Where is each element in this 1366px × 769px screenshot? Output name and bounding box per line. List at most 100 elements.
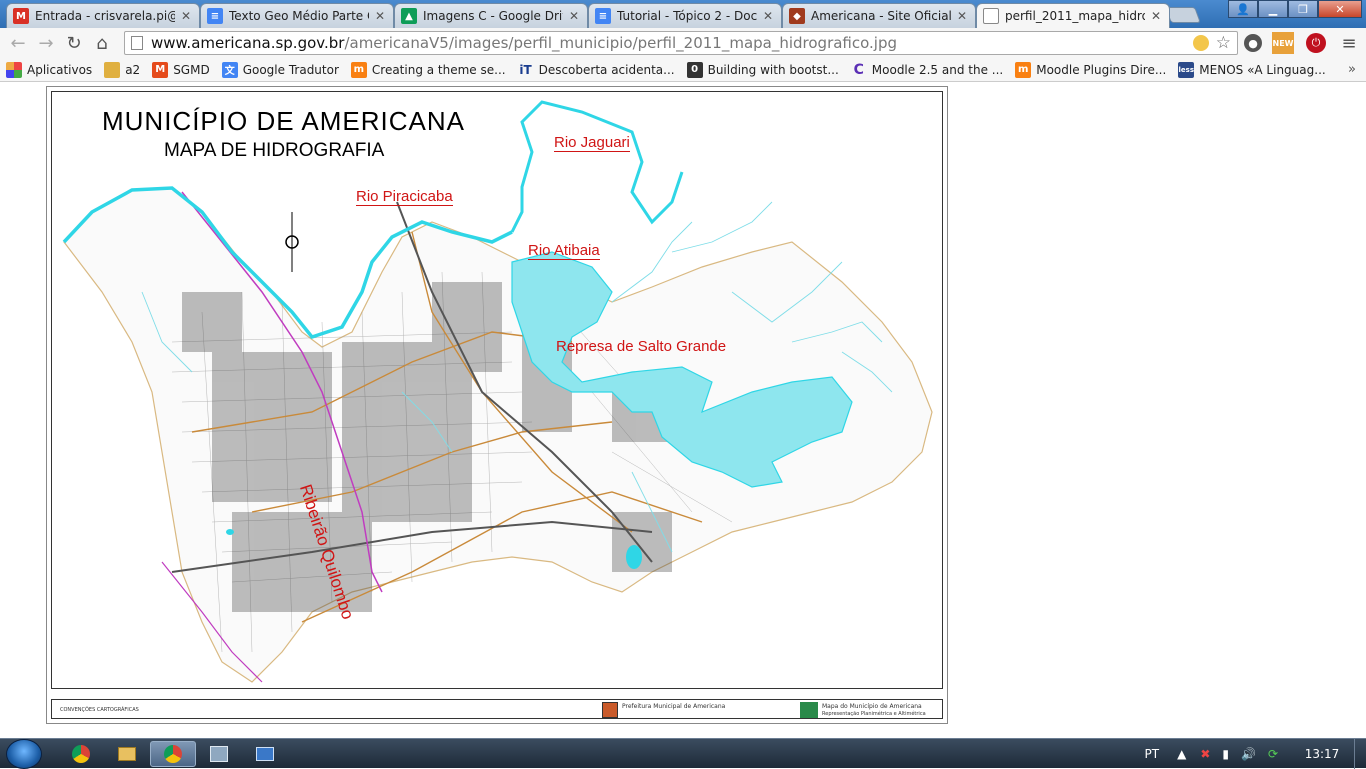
chrome-icon — [164, 745, 182, 763]
label-rio-atibaia: Rio Atibaia — [528, 242, 600, 260]
bookmark-label: Moodle Plugins Dire... — [1036, 63, 1166, 77]
show-hidden-icons-icon[interactable]: ▲ — [1177, 747, 1186, 761]
bookmark-menos[interactable]: less MENOS «A Linguag... — [1178, 62, 1325, 78]
page-icon — [131, 36, 143, 50]
forward-button[interactable]: → — [32, 29, 60, 57]
taskbar-chrome-active[interactable] — [150, 741, 196, 767]
menu-icon[interactable]: ≡ — [1338, 32, 1360, 54]
bookmark-aplicativos[interactable]: Aplicativos — [6, 62, 92, 78]
map-legend: CONVENÇÕES CARTOGRÁFICAS Prefeitura Muni… — [51, 699, 943, 719]
label-rio-piracicaba: Rio Piracicaba — [356, 188, 453, 206]
clock[interactable]: 13:17 — [1290, 747, 1354, 761]
signal-icon[interactable]: ▮ — [1222, 747, 1229, 761]
taskbar-explorer[interactable] — [104, 741, 150, 767]
bookmark-star-icon[interactable]: ☆ — [1216, 33, 1231, 53]
legend-mapa: Mapa do Município de Americana — [822, 703, 922, 710]
bookmark-moodle-plugins[interactable]: m Moodle Plugins Dire... — [1015, 62, 1166, 78]
tab-tutorial[interactable]: ≡ Tutorial - Tópico 2 - Docu ✕ — [588, 3, 782, 28]
monitor-icon — [256, 747, 274, 761]
maximize-button[interactable]: ❐ — [1288, 0, 1318, 18]
tab-imagens-drive[interactable]: ▲ Imagens C - Google Drive ✕ — [394, 3, 588, 28]
bookmark-sgmd[interactable]: M SGMD — [152, 62, 210, 78]
page-icon — [983, 8, 999, 24]
windows-taskbar: PT ▲ ✖ ▮ 🔊 ⟳ 13:17 — [0, 738, 1366, 768]
rio-jaguari — [512, 102, 682, 232]
map-image[interactable]: MUNICÍPIO DE AMERICANA MAPA DE HIDROGRAF… — [46, 86, 948, 724]
sync-icon[interactable]: ⟳ — [1268, 747, 1278, 761]
home-button[interactable]: ⌂ — [88, 29, 116, 57]
translate-icon: 文 — [222, 62, 238, 78]
bookmark-a2[interactable]: a2 — [104, 62, 140, 78]
close-icon[interactable]: ✕ — [1151, 9, 1163, 23]
new-tab-button[interactable] — [1165, 7, 1201, 23]
map-drawing: MUNICÍPIO DE AMERICANA MAPA DE HIDROGRAF… — [51, 91, 943, 689]
extension-icon[interactable]: ● — [1244, 34, 1262, 52]
bookmark-bootstrap[interactable]: 0 Building with bootst... — [687, 62, 839, 78]
network-alert-icon[interactable]: ✖ — [1200, 747, 1210, 761]
bookmark-creating-theme[interactable]: m Creating a theme se... — [351, 62, 506, 78]
folder-icon — [104, 62, 120, 78]
language-indicator[interactable]: PT — [1145, 747, 1160, 761]
close-icon[interactable]: ✕ — [763, 9, 775, 23]
start-button[interactable] — [6, 739, 42, 769]
window-controls: 👤 ▁ ❐ ✕ — [1228, 0, 1362, 18]
legend-prefeitura: Prefeitura Municipal de Americana — [622, 703, 725, 710]
label-represa: Represa de Salto Grande — [556, 338, 726, 355]
system-tray: PT ▲ ✖ ▮ 🔊 ⟳ 13:17 — [1145, 739, 1366, 769]
docs-icon: ≡ — [595, 8, 611, 24]
tab-texto-geo[interactable]: ≡ Texto Geo Médio Parte C ✕ — [200, 3, 394, 28]
bookmark-label: Moodle 2.5 and the ... — [872, 63, 1003, 77]
minimize-button[interactable]: ▁ — [1258, 0, 1288, 18]
tab-title: Texto Geo Médio Parte C — [229, 9, 369, 23]
reload-button[interactable]: ↻ — [60, 29, 88, 57]
adblock-icon[interactable]: ⏻ — [1306, 33, 1326, 53]
taskbar-app[interactable] — [196, 741, 242, 767]
pond — [626, 545, 642, 569]
tab-title: Imagens C - Google Drive — [423, 9, 563, 23]
bookmark-moodle-25[interactable]: C Moodle 2.5 and the ... — [851, 62, 1003, 78]
new-extension-icon[interactable]: NEW — [1272, 32, 1294, 54]
bookmark-label: Creating a theme se... — [372, 63, 506, 77]
less-icon: less — [1178, 62, 1194, 78]
address-bar[interactable]: www.americana.sp.gov.br/americanaV5/imag… — [124, 31, 1238, 55]
close-icon[interactable]: ✕ — [569, 9, 581, 23]
north-arrow-icon — [286, 212, 298, 272]
bookmark-label: Google Tradutor — [243, 63, 339, 77]
bookmark-label: a2 — [125, 63, 140, 77]
bookmark-google-tradutor[interactable]: 文 Google Tradutor — [222, 62, 339, 78]
bookmarks-overflow-button[interactable]: » — [1348, 62, 1356, 77]
close-window-button[interactable]: ✕ — [1318, 0, 1362, 18]
close-icon[interactable]: ✕ — [181, 9, 193, 23]
tab-strip: M Entrada - crisvarela.pi@gm ✕ ≡ Texto G… — [0, 0, 1366, 28]
legend-conventions: CONVENÇÕES CARTOGRÁFICAS — [60, 707, 139, 713]
bookmark-descoberta[interactable]: iT Descoberta acidenta... — [518, 62, 675, 78]
map-title: MUNICÍPIO DE AMERICANA — [102, 106, 465, 137]
drive-icon: ▲ — [401, 8, 417, 24]
site-icon: ◆ — [789, 8, 805, 24]
close-icon[interactable]: ✕ — [957, 9, 969, 23]
chrome-icon — [72, 745, 90, 763]
tab-title: Tutorial - Tópico 2 - Docu — [617, 9, 757, 23]
bootstrap-icon: 0 — [687, 62, 703, 78]
back-button[interactable]: ← — [4, 29, 32, 57]
extension-icon[interactable] — [1193, 35, 1209, 51]
show-desktop-button[interactable] — [1354, 739, 1366, 769]
volume-icon[interactable]: 🔊 — [1241, 747, 1256, 761]
address-path: /americanaV5/images/perfil_municipio/per… — [344, 34, 897, 52]
close-icon[interactable]: ✕ — [375, 9, 387, 23]
bookmark-label: Descoberta acidenta... — [539, 63, 675, 77]
user-icon[interactable]: 👤 — [1228, 0, 1258, 18]
taskbar-remote-desktop[interactable] — [242, 741, 288, 767]
tab-title: Americana - Site Oficial — [811, 9, 951, 23]
bookmark-label: MENOS «A Linguag... — [1199, 63, 1325, 77]
browser-toolbar: ← → ↻ ⌂ www.americana.sp.gov.br/american… — [0, 28, 1366, 58]
tab-americana-site[interactable]: ◆ Americana - Site Oficial ✕ — [782, 3, 976, 28]
tab-gmail[interactable]: M Entrada - crisvarela.pi@gm ✕ — [6, 3, 200, 28]
tab-mapa-hidrografico[interactable]: perfil_2011_mapa_hidrogr ✕ — [976, 3, 1170, 28]
map-subtitle: MAPA DE HIDROGRAFIA — [164, 140, 384, 162]
label-rio-jaguari: Rio Jaguari — [554, 134, 630, 152]
bookmark-label: Aplicativos — [27, 63, 92, 77]
gmail-icon: M — [13, 8, 29, 24]
legend-representacao: Representação Planimétrica e Altimétrica — [822, 711, 926, 717]
taskbar-chrome-pinned[interactable] — [58, 741, 104, 767]
